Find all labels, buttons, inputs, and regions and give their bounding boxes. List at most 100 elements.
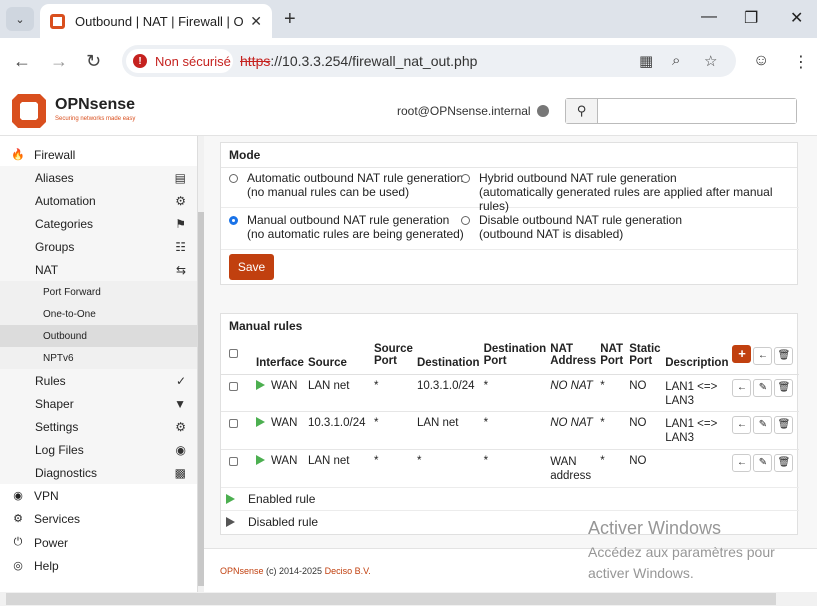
radio-disable[interactable] — [461, 216, 470, 225]
sidebar-item-power[interactable]: ⏻ Power — [0, 531, 197, 554]
sidebar-item-shaper[interactable]: Shaper ▼ — [0, 392, 197, 415]
mode-option-hybrid[interactable]: Hybrid outbound NAT rule generation (auto… — [461, 171, 799, 213]
table-row[interactable]: WAN LAN net * 10.3.1.0/24 * NO NAT * NO … — [221, 374, 799, 411]
edit-icon[interactable]: ✎ — [753, 415, 773, 434]
table-row[interactable]: WAN 10.3.1.0/24 * LAN net * NO NAT * NO … — [221, 411, 799, 449]
sidebar-item-diagnostics[interactable]: Diagnostics ▩ — [0, 461, 197, 484]
col-nat-address[interactable]: NAT Address — [548, 336, 598, 374]
delete-icon[interactable]: 🗑 — [774, 415, 794, 434]
table-row[interactable]: WAN LAN net * * * WAN address * NO ← ✎ 🗑 — [221, 449, 799, 487]
opnsense-logo-icon[interactable] — [10, 92, 48, 130]
enabled-toggle-icon[interactable] — [256, 380, 265, 391]
medkit-icon: ▩ — [174, 465, 186, 480]
horizontal-scrollbar-thumb[interactable] — [6, 593, 776, 605]
gear-icon: ⚙ — [13, 513, 23, 525]
opnsense-favicon-icon — [50, 13, 65, 29]
sidebar-item-settings[interactable]: Settings ⚙ — [0, 415, 197, 438]
sidebar-item-rules[interactable]: Rules ✓ — [0, 369, 197, 392]
restore-icon[interactable]: ❐ — [744, 8, 758, 28]
sidebar-item-aliases[interactable]: Aliases ▤ — [0, 166, 197, 189]
filter-icon: ▼ — [174, 396, 186, 411]
sidebar-item-services[interactable]: ⚙ Services — [0, 507, 197, 530]
user-label[interactable]: root@OPNsense.internal — [397, 104, 531, 118]
mode-option-automatic[interactable]: Automatic outbound NAT rule generation (n… — [229, 171, 463, 199]
mode-row-1: Automatic outbound NAT rule generation (n… — [221, 166, 799, 213]
back-icon[interactable]: ← — [13, 51, 31, 72]
move-icon[interactable]: ← — [732, 453, 752, 472]
plug-icon: ⏻ — [13, 536, 23, 548]
tags-icon: ⚑ — [175, 216, 186, 231]
enabled-toggle-icon[interactable] — [256, 455, 265, 466]
search-input[interactable] — [598, 99, 796, 123]
delete-icon[interactable]: 🗑 — [774, 453, 794, 472]
radio-hybrid[interactable] — [461, 174, 470, 183]
row-checkbox[interactable] — [229, 456, 238, 466]
reload-icon[interactable]: ↻ — [86, 51, 101, 72]
translate-icon[interactable]: ▦ — [639, 52, 653, 70]
zoom-icon[interactable]: ⌕ — [672, 52, 680, 69]
browser-tab[interactable]: Outbound | NAT | Firewall | OPN ✕ — [40, 4, 272, 38]
col-interface[interactable]: Interface — [254, 336, 306, 374]
delete-icon[interactable]: 🗑 — [774, 378, 794, 397]
sidebar-item-log-files[interactable]: Log Files ◉ — [0, 438, 197, 461]
enabled-toggle-icon[interactable] — [256, 417, 265, 428]
search-icon[interactable]: ⚲ — [566, 99, 598, 123]
sidebar-item-port-forward[interactable]: Port Forward — [0, 281, 197, 303]
sidebar-item-categories[interactable]: Categories ⚑ — [0, 212, 197, 235]
warning-icon: ! — [133, 54, 147, 68]
col-source-port[interactable]: Source Port — [372, 336, 415, 374]
sidebar-item-vpn[interactable]: ◉ VPN — [0, 484, 197, 507]
edit-icon[interactable]: ✎ — [753, 378, 773, 397]
col-nat-port[interactable]: NAT Port — [598, 336, 627, 374]
col-destination-port[interactable]: Destination Port — [482, 336, 549, 374]
row-checkbox[interactable] — [229, 381, 238, 391]
move-icon[interactable]: ← — [732, 415, 752, 434]
brand-name: OPNsense — [55, 96, 136, 113]
forward-icon[interactable]: → — [50, 51, 68, 72]
profile-icon[interactable]: ☺ — [753, 52, 769, 70]
url-text[interactable]: https://10.3.3.254/firewall_nat_out.php — [240, 53, 477, 69]
sitemap-icon: ☷ — [175, 239, 186, 254]
sidebar-item-firewall[interactable]: 🔥 Firewall — [0, 143, 197, 166]
close-tab-icon[interactable]: ✕ — [250, 13, 262, 30]
radio-manual[interactable] — [229, 216, 238, 225]
mode-option-manual[interactable]: Manual outbound NAT rule generation (no a… — [229, 213, 464, 241]
sidebar-item-outbound[interactable]: Outbound — [0, 325, 197, 347]
delete-selected-icon[interactable]: 🗑 — [774, 346, 794, 365]
col-source[interactable]: Source — [306, 336, 372, 374]
col-static-port[interactable]: Static Port — [627, 336, 663, 374]
mode-row-2: Manual outbound NAT rule generation (no a… — [221, 208, 799, 250]
minimize-icon[interactable]: — — [701, 8, 717, 26]
add-rule-button[interactable]: + — [732, 344, 752, 363]
select-all-checkbox[interactable] — [229, 348, 238, 358]
windows-activation-watermark: Activer Windows Accédez aux paramètres p… — [588, 518, 775, 581]
col-destination[interactable]: Destination — [415, 336, 482, 374]
bookmark-star-icon[interactable]: ☆ — [704, 52, 717, 70]
edit-icon[interactable]: ✎ — [753, 453, 773, 472]
url-path: ://10.3.3.254/firewall_nat_out.php — [270, 53, 478, 69]
sidebar-item-one-to-one[interactable]: One-to-One — [0, 303, 197, 325]
sidebar-item-help[interactable]: ◎ Help — [0, 554, 197, 577]
radio-automatic[interactable] — [229, 174, 238, 183]
mode-option-disable[interactable]: Disable outbound NAT rule generation (out… — [461, 213, 682, 241]
tab-search-button[interactable]: ⌄ — [6, 7, 34, 31]
new-tab-icon[interactable]: + — [284, 8, 296, 31]
sidebar: 🔥 Firewall Aliases ▤ Automation ⚙ Catego… — [0, 136, 198, 592]
eye-icon: ◉ — [175, 442, 186, 457]
sidebar-item-groups[interactable]: Groups ☷ — [0, 235, 197, 258]
save-button[interactable]: Save — [229, 254, 274, 280]
close-window-icon[interactable]: ✕ — [790, 8, 803, 28]
move-back-icon[interactable]: ← — [753, 346, 773, 365]
menu-kebab-icon[interactable]: ⋮ — [793, 52, 809, 72]
col-description[interactable]: Description — [663, 336, 730, 374]
security-chip[interactable]: ! Non sécurisé — [126, 49, 233, 73]
address-bar[interactable]: ! Non sécurisé https://10.3.3.254/firewa… — [122, 45, 736, 77]
sidebar-item-nat[interactable]: NAT ⇆ — [0, 258, 197, 281]
security-label: Non sécurisé — [155, 53, 231, 69]
sidebar-item-automation[interactable]: Automation ⚙ — [0, 189, 197, 212]
globe-icon: ◉ — [13, 490, 23, 502]
status-dot-icon — [537, 105, 549, 117]
move-icon[interactable]: ← — [732, 378, 752, 397]
sidebar-item-nptv6[interactable]: NPTv6 — [0, 347, 197, 369]
row-checkbox[interactable] — [229, 418, 238, 428]
